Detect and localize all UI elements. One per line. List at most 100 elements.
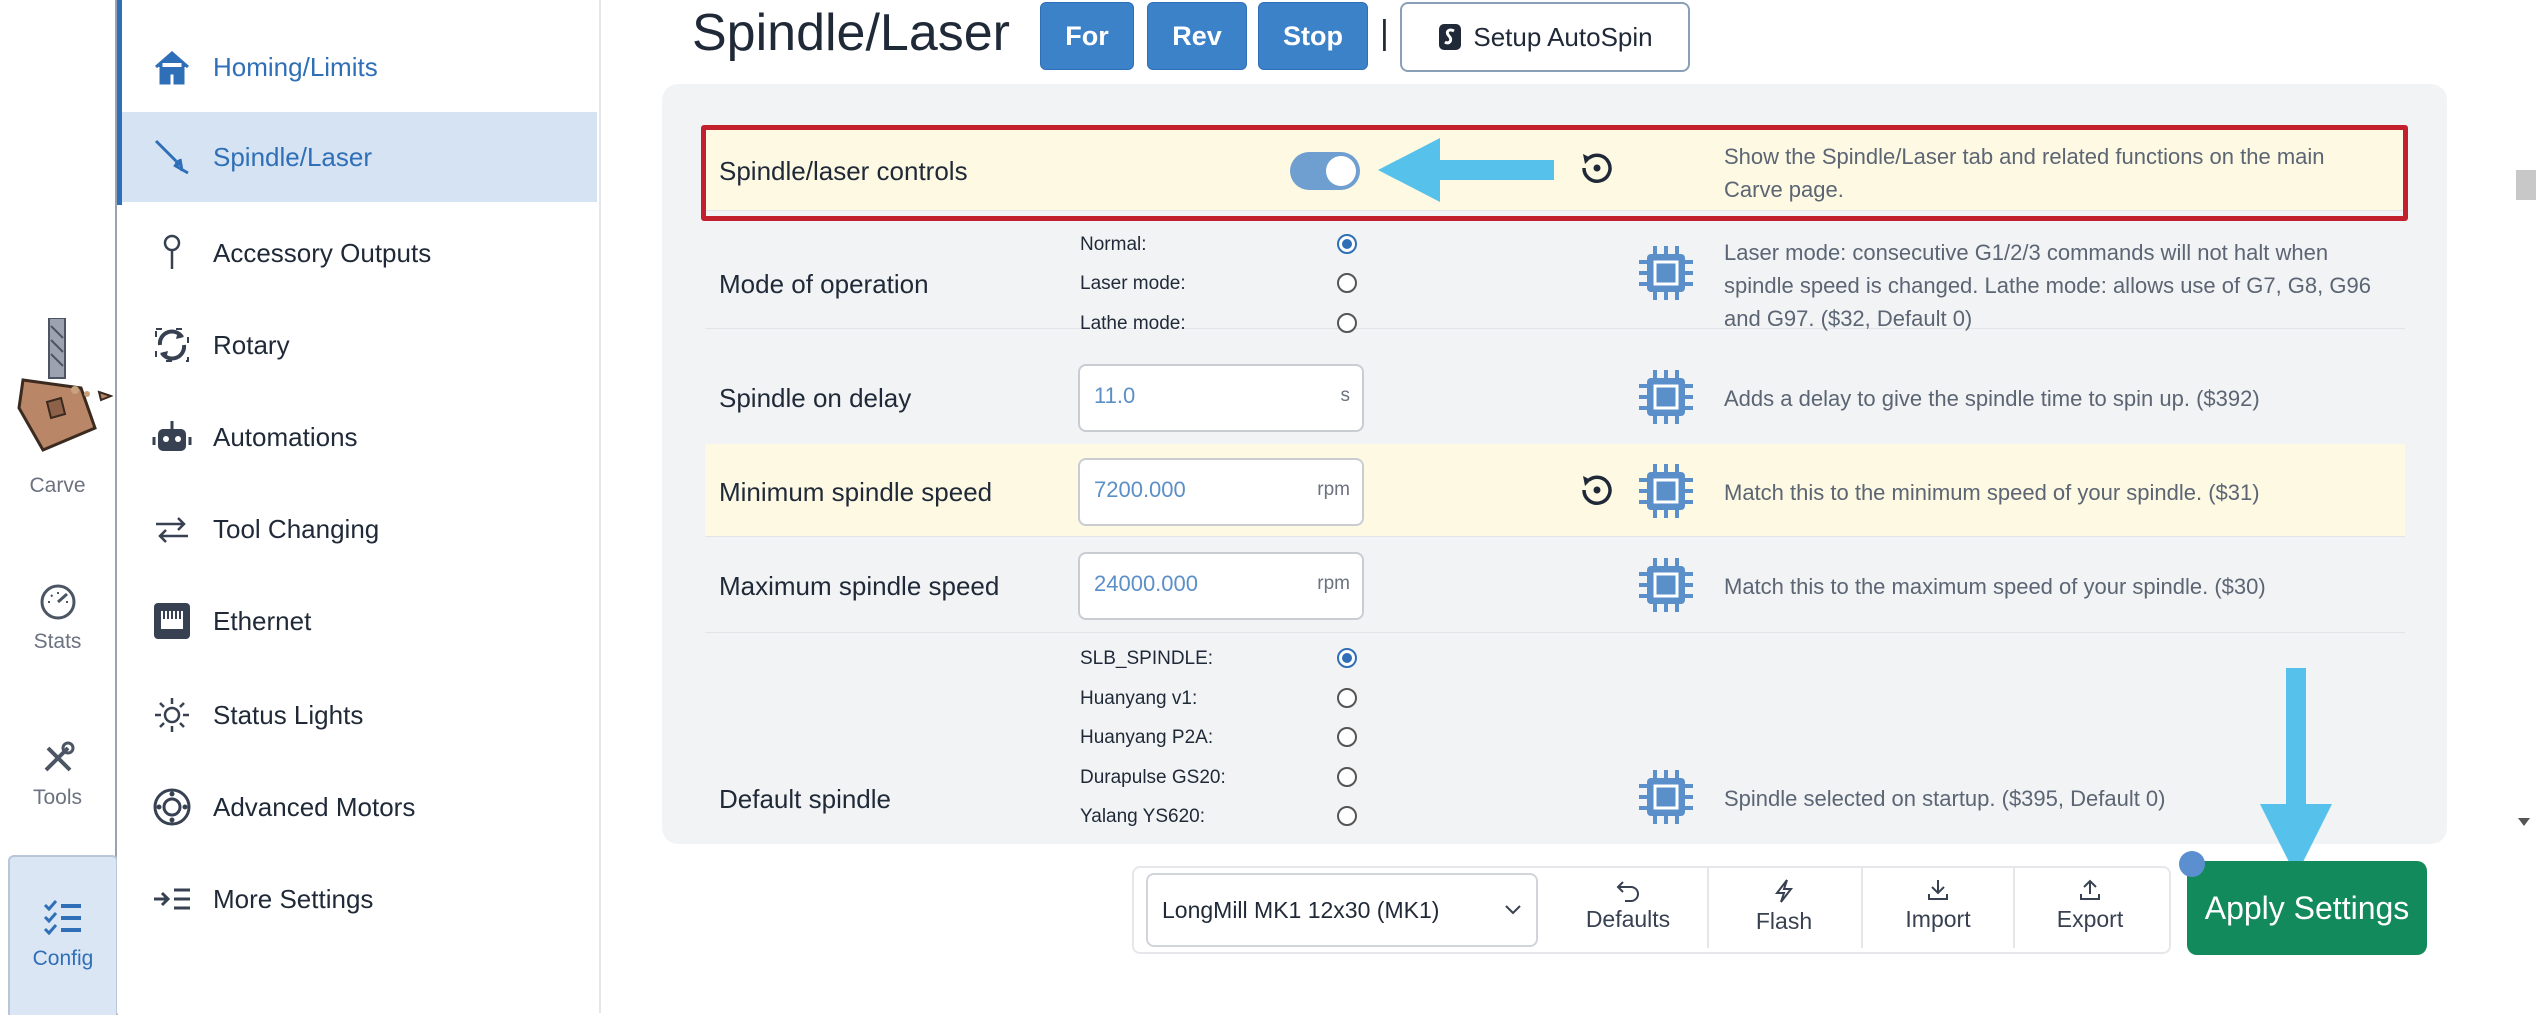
setting-label: Minimum spindle speed [719, 477, 993, 507]
setting-description: Show the Spindle/Laser tab and related f… [1724, 144, 2325, 202]
annotation-arrow-left-icon [1378, 138, 1554, 202]
sidebar-item-automations[interactable]: Automations [119, 392, 597, 482]
radio-yalang-ys620[interactable] [1337, 806, 1357, 826]
setting-row-default-spindle: Default spindle SLB_SPINDLE: Huanyang v1… [705, 634, 2405, 840]
nav-carve[interactable]: Carve [0, 318, 115, 497]
setup-autospin-label: Setup AutoSpin [1473, 21, 1653, 52]
sidebar-item-label: Automations [213, 421, 358, 452]
radio-huanyang-v1[interactable] [1337, 688, 1357, 708]
robot-icon [149, 414, 195, 460]
radio-durapulse-gs20[interactable] [1337, 767, 1357, 787]
reset-icon[interactable] [1575, 468, 1619, 512]
sidebar-item-label: Homing/Limits [213, 51, 378, 82]
export-label: Export [2056, 906, 2124, 932]
radio-laser-mode[interactable] [1337, 273, 1357, 293]
nav-tools[interactable]: Tools [0, 738, 115, 810]
machine-profile-value: LongMill MK1 12x30 (MK1) [1162, 896, 1440, 923]
flash-button[interactable]: Flash [1707, 868, 1859, 948]
min-spindle-speed-input[interactable]: 7200.000 rpm [1078, 458, 1364, 526]
sidebar-item-homing[interactable]: Homing/Limits [119, 22, 597, 112]
radio-slb-spindle[interactable] [1337, 648, 1357, 668]
spindle-on-delay-input[interactable]: 11.0 s [1078, 364, 1364, 432]
radio-label-slb-spindle: SLB_SPINDLE: [1080, 648, 1214, 669]
radio-label-yalang-ys620: Yalang YS620: [1080, 806, 1206, 827]
sidebar-item-advanced-motors[interactable]: Advanced Motors [119, 762, 597, 852]
nav-tools-label: Tools [32, 786, 83, 809]
setting-description: Adds a delay to give the spindle time to… [1724, 386, 2260, 411]
radio-label-normal: Normal: [1080, 234, 1147, 255]
sidebar-active-indicator [117, 0, 122, 205]
nav-config-label: Config [32, 947, 94, 970]
reset-icon[interactable] [1575, 146, 1619, 190]
setting-label: Spindle on delay [719, 383, 912, 413]
spindle-laser-controls-toggle[interactable] [1290, 152, 1360, 190]
radio-label-laser: Laser mode: [1080, 273, 1186, 294]
sun-icon [149, 692, 195, 738]
tools-icon [44, 741, 74, 772]
scroll-down-icon[interactable] [2514, 814, 2534, 830]
sidebar-item-more-settings[interactable]: More Settings [119, 854, 597, 944]
max-spindle-speed-input[interactable]: 24000.000 rpm [1078, 552, 1364, 620]
annotation-arrow-down-icon [2260, 668, 2332, 876]
firmware-chip-icon [1637, 556, 1695, 614]
sidebar-item-label: Ethernet [213, 605, 312, 636]
defaults-label: Defaults [1585, 906, 1671, 932]
scrollbar-thumb[interactable] [2516, 170, 2536, 200]
home-icon [149, 44, 195, 90]
motor-icon [149, 784, 195, 830]
sidebar-item-label: Status Lights [213, 699, 364, 730]
notification-dot [2179, 851, 2205, 877]
spindle-stop-button[interactable]: Stop [1258, 2, 1368, 70]
machine-profile-select[interactable]: LongMill MK1 12x30 (MK1) [1146, 873, 1538, 947]
sidebar-item-tool-changing[interactable]: Tool Changing [119, 484, 597, 574]
page-title: Spindle/Laser [692, 4, 1010, 62]
nav-stats[interactable]: Stats [0, 582, 115, 654]
defaults-button[interactable]: Defaults [1553, 868, 1703, 948]
spindle-forward-button[interactable]: For [1040, 2, 1134, 70]
import-button[interactable]: Import [1861, 868, 2013, 948]
arrows-swap-icon [149, 506, 195, 552]
apply-settings-button[interactable]: Apply Settings [2187, 861, 2427, 955]
ethernet-icon [149, 598, 195, 644]
sidebar-item-label: Advanced Motors [213, 791, 416, 822]
input-value: 7200.000 [1094, 477, 1186, 502]
sidebar-item-rotary[interactable]: Rotary [119, 300, 597, 390]
input-unit: rpm [1317, 479, 1350, 500]
sidebar-item-spindle-laser[interactable]: Spindle/Laser [119, 112, 597, 202]
spindle-icon [149, 134, 195, 180]
setting-row-mode-of-operation: Mode of operation Normal: Laser mode: La… [705, 216, 2405, 334]
firmware-chip-icon [1637, 462, 1695, 520]
undo-icon [1616, 881, 1639, 902]
chevron-down-icon [1505, 905, 1521, 915]
setting-row-min-spindle-speed: Minimum spindle speed 7200.000 rpm Match… [705, 444, 2405, 537]
setting-label: Default spindle [719, 784, 891, 814]
setting-description: Match this to the minimum speed of your … [1724, 480, 2260, 505]
radio-huanyang-p2a[interactable] [1337, 727, 1357, 747]
setting-label: Maximum spindle speed [719, 571, 1000, 601]
setting-label: Mode of operation [719, 269, 929, 299]
header-separator: | [1380, 14, 1389, 52]
sidebar-item-accessory-outputs[interactable]: Accessory Outputs [119, 208, 597, 298]
sidebar-item-label: Rotary [213, 329, 290, 360]
setting-description: Match this to the maximum speed of your … [1724, 574, 2266, 599]
flash-label: Flash [1755, 908, 1813, 934]
setting-label: Spindle/laser controls [719, 156, 968, 186]
gauge-icon [40, 584, 75, 620]
settings-sidebar: Homing/Limits Spindle/Laser Accessory Ou… [117, 0, 601, 1013]
input-value: 24000.000 [1094, 571, 1198, 596]
setup-autospin-button[interactable]: Setup AutoSpin [1400, 2, 1690, 72]
nav-carve-label: Carve [29, 474, 86, 497]
setting-row-spindle-on-delay: Spindle on delay 11.0 s Adds a delay to … [705, 350, 2405, 445]
sidebar-item-label: More Settings [213, 883, 374, 914]
spindle-reverse-button[interactable]: Rev [1147, 2, 1247, 70]
import-label: Import [1905, 906, 1971, 932]
sidebar-item-status-lights[interactable]: Status Lights [119, 670, 597, 760]
export-button[interactable]: Export [2013, 868, 2165, 948]
radio-normal[interactable] [1337, 234, 1357, 254]
radio-label-lathe: Lathe mode: [1080, 313, 1186, 334]
firmware-chip-icon [1637, 368, 1695, 426]
sidebar-item-ethernet[interactable]: Ethernet [119, 576, 597, 666]
radio-lathe-mode[interactable] [1337, 313, 1357, 333]
rotary-icon [149, 322, 195, 368]
nav-config[interactable]: Config [8, 855, 118, 1015]
